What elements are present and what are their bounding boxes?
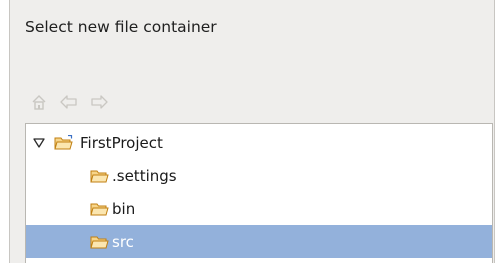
tree-row-root[interactable]: FirstProject — [26, 126, 492, 159]
tree-row-src[interactable]: src — [26, 225, 492, 258]
tree-item-label: FirstProject — [80, 133, 163, 152]
forward-button[interactable] — [89, 92, 109, 112]
back-arrow-icon — [60, 95, 77, 109]
folder-icon — [90, 168, 110, 184]
back-button[interactable] — [59, 92, 79, 112]
tree-toolbar — [29, 92, 109, 112]
expand-toggle[interactable] — [32, 136, 46, 150]
home-button[interactable] — [29, 92, 49, 112]
tree-item-label: src — [112, 232, 134, 251]
folder-icon — [90, 201, 110, 217]
home-icon — [32, 95, 46, 110]
forward-arrow-icon — [91, 95, 108, 109]
file-container-dialog: Select new file container FirstProject .… — [9, 0, 495, 263]
tree-row-bin[interactable]: bin — [26, 192, 492, 225]
dialog-prompt: Select new file container — [25, 18, 217, 36]
project-folder-icon — [54, 134, 74, 151]
tree-item-label: .settings — [112, 166, 177, 185]
tree-row-settings[interactable]: .settings — [26, 159, 492, 192]
chevron-down-icon — [33, 137, 45, 148]
folder-icon — [90, 234, 110, 250]
folder-tree: FirstProject .settings bin src — [25, 123, 493, 263]
tree-item-label: bin — [112, 199, 136, 218]
